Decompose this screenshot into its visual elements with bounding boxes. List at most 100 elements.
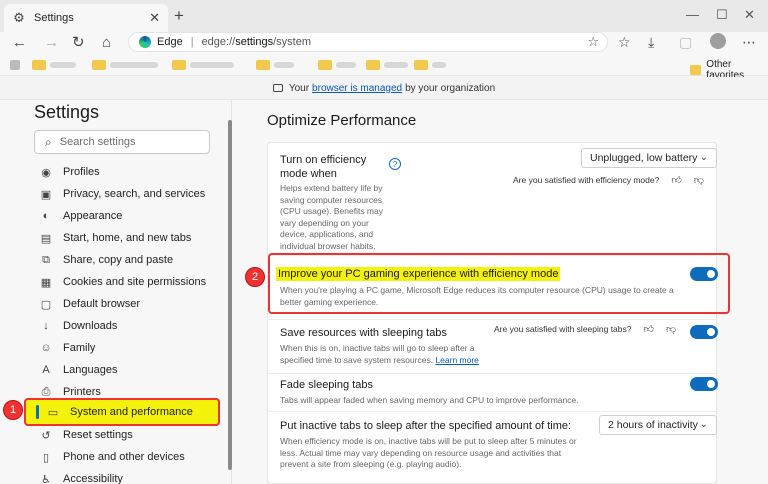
download-icon: ↓ <box>43 320 49 332</box>
sidebar-item-start-home[interactable]: ▤ Start, home, and new tabs <box>38 228 192 248</box>
briefcase-icon <box>272 84 283 92</box>
divider <box>268 373 718 374</box>
sleeping-feedback-text: Are you satisfied with sleeping tabs? <box>494 324 632 334</box>
home-icon: ▤ <box>40 232 52 245</box>
favorite-folder[interactable] <box>366 59 408 71</box>
tab-settings[interactable]: ⚙ Settings ✕ <box>4 4 168 32</box>
family-icon: ☺ <box>40 342 52 354</box>
new-tab-icon[interactable]: + <box>174 7 184 24</box>
permissions-icon: ▦ <box>40 276 52 289</box>
help-icon[interactable]: ? <box>389 158 401 170</box>
fade-title: Fade sleeping tabs <box>280 379 373 391</box>
inactive-title: Put inactive tabs to sleep after the spe… <box>280 420 572 432</box>
search-box[interactable]: ⌕ <box>34 130 210 154</box>
favorite-folder[interactable] <box>32 59 76 71</box>
managed-link[interactable]: browser is managed <box>312 83 402 94</box>
fade-toggle[interactable] <box>690 377 718 391</box>
sidebar-item-appearance[interactable]: ◐ Appearance <box>38 206 123 226</box>
favorite-folder[interactable] <box>318 59 356 71</box>
sidebar-item-system[interactable]: ▭ System and performance <box>24 398 220 426</box>
efficiency-feedback-text: Are you satisfied with efficiency mode? <box>513 175 660 185</box>
back-icon[interactable]: ← <box>12 34 27 52</box>
active-indicator <box>36 405 39 419</box>
downloads-icon[interactable]: ⤓ <box>648 33 654 51</box>
sidebar-title: Settings <box>34 102 100 122</box>
page-title: Optimize Performance <box>267 112 417 129</box>
learn-more-link[interactable]: Learn more <box>435 355 478 365</box>
sleeping-toggle[interactable] <box>690 325 718 339</box>
sidebar-item-accessibility[interactable]: ♿ Accessibility <box>38 469 123 484</box>
efficiency-title: Turn on efficiency mode when <box>280 154 367 180</box>
home-icon[interactable]: ⌂ <box>102 34 111 52</box>
favorite-folder[interactable] <box>414 59 446 71</box>
favorite-item[interactable] <box>10 59 20 71</box>
divider <box>268 411 718 412</box>
sleeping-feedback: Are you satisfied with sleeping tabs? 👍︎… <box>494 323 676 335</box>
thumbs-up-icon[interactable]: 👍︎ <box>644 323 654 335</box>
avatar[interactable] <box>710 33 726 49</box>
favorite-folder[interactable] <box>256 59 294 71</box>
profile-icon: ◉ <box>41 166 51 179</box>
collections-icon[interactable]: ▢ <box>679 33 692 51</box>
sidebar-item-reset[interactable]: ↺ Reset settings <box>38 425 132 445</box>
step-badge-2: 2 <box>245 267 265 287</box>
search-icon: ⌕ <box>45 134 52 149</box>
language-icon: A <box>42 364 50 376</box>
more-icon[interactable]: ⋯ <box>742 33 756 51</box>
managed-prefix: Your <box>288 82 310 94</box>
sidebar-item-privacy[interactable]: ▣ Privacy, search, and services <box>38 184 205 204</box>
add-favorite-icon[interactable]: ☆ <box>587 34 599 50</box>
gear-icon: ⚙ <box>13 10 25 25</box>
sidebar-item-family[interactable]: ☺ Family <box>38 338 95 358</box>
sleeping-title: Save resources with sleeping tabs <box>280 327 447 339</box>
sidebar-scrollbar[interactable] <box>228 120 232 470</box>
favorite-folder[interactable] <box>92 59 158 71</box>
close-tab-icon[interactable]: ✕ <box>149 10 160 26</box>
efficiency-dropdown[interactable]: Unplugged, low battery ⌄ <box>581 148 717 168</box>
efficiency-dropdown-value: Unplugged, low battery <box>590 152 698 164</box>
edge-logo-icon <box>139 36 151 48</box>
chevron-down-icon: ⌄ <box>699 419 708 430</box>
palette-icon: ◐ <box>42 210 50 222</box>
inactive-dropdown[interactable]: 2 hours of inactivity ⌄ <box>599 415 717 435</box>
sidebar-item-share[interactable]: ⧉ Share, copy and paste <box>38 250 173 270</box>
managed-banner: Your browser is managed by your organiza… <box>0 77 768 100</box>
address-bar[interactable]: Edge | edge://settings/system ☆ <box>128 32 608 52</box>
tab-strip: ⚙ Settings ✕ + — ☐ ✕ <box>0 0 768 32</box>
sleeping-desc: When this is on, inactive tabs will go t… <box>280 343 479 365</box>
refresh-icon[interactable]: ↻ <box>72 34 85 52</box>
phone-icon: ▯ <box>42 451 50 464</box>
highlight-box <box>268 253 730 314</box>
inactive-dropdown-value: 2 hours of inactivity <box>608 419 698 431</box>
step-badge-1: 1 <box>3 400 23 420</box>
thumbs-down-icon[interactable]: 👎︎ <box>666 323 676 335</box>
sidebar-item-cookies[interactable]: ▦ Cookies and site permissions <box>38 272 206 292</box>
sidebar-item-languages[interactable]: A Languages <box>38 360 117 380</box>
lock-icon: ▣ <box>40 188 52 201</box>
sidebar-item-downloads[interactable]: ↓ Downloads <box>38 316 117 336</box>
maximize-icon[interactable]: ☐ <box>716 8 728 22</box>
accessibility-icon: ♿ <box>41 473 51 484</box>
url-text: edge://settings/system <box>201 36 312 48</box>
printer-icon: ⎙ <box>41 385 51 398</box>
address-separator: | <box>190 36 194 48</box>
close-window-icon[interactable]: ✕ <box>744 8 755 22</box>
favorites-icon[interactable]: ☆ <box>618 33 631 51</box>
minimize-icon[interactable]: — <box>686 8 699 22</box>
forward-icon[interactable]: → <box>44 34 59 52</box>
sidebar-item-phone[interactable]: ▯ Phone and other devices <box>38 447 185 467</box>
sidebar-item-default-browser[interactable]: ▢ Default browser <box>38 294 140 314</box>
sidebar-item-profiles[interactable]: ◉ Profiles <box>38 162 100 182</box>
laptop-icon: ▭ <box>47 406 59 419</box>
favorite-folder[interactable] <box>172 59 234 71</box>
folder-icon <box>690 65 702 75</box>
inactive-desc: When efficiency mode is on, inactive tab… <box>280 436 577 469</box>
search-input[interactable] <box>59 136 200 148</box>
fade-desc: Tabs will appear faded when saving memor… <box>280 395 579 405</box>
reset-icon: ↺ <box>41 429 51 442</box>
managed-suffix: by your organization <box>405 82 496 94</box>
favorites-bar: Other favorites <box>0 54 768 81</box>
share-icon: ⧉ <box>42 253 50 266</box>
thumbs-down-icon[interactable]: 👎︎ <box>694 174 704 186</box>
thumbs-up-icon[interactable]: 👍︎ <box>671 174 681 186</box>
